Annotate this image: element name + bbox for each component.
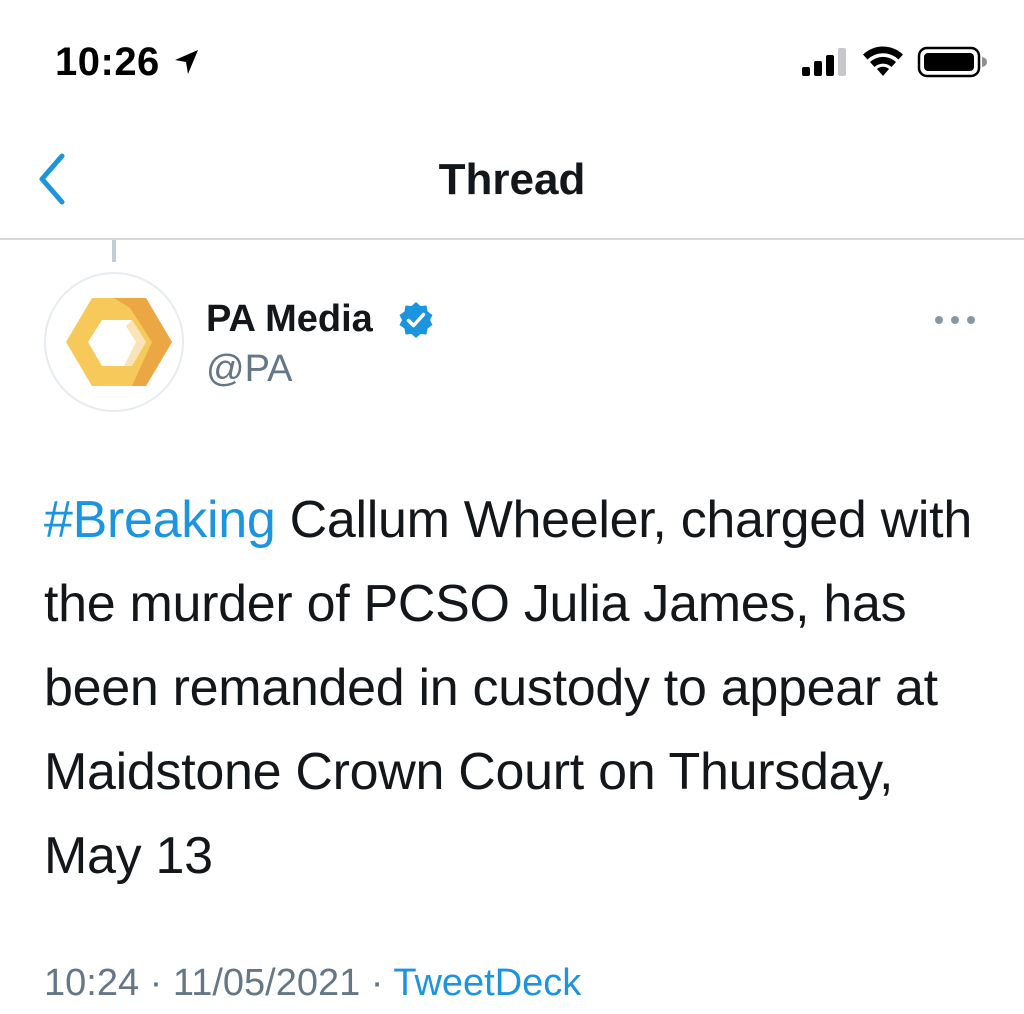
nav-bar: Thread — [0, 110, 1024, 240]
page-title: Thread — [438, 155, 586, 204]
verified-badge-icon — [399, 302, 433, 338]
location-arrow-icon — [175, 50, 198, 74]
tweet-date: 11/05/2021 — [172, 962, 361, 1004]
status-time: 10:26 — [55, 40, 160, 84]
cellular-signal-icon — [802, 48, 846, 76]
tweet-meta: 10:24 · 11/05/2021 · TweetDeck — [44, 958, 581, 1008]
hashtag-link[interactable]: #Breaking — [44, 491, 276, 549]
meta-separator: · — [139, 962, 173, 1004]
pa-media-logo — [66, 298, 172, 386]
tweet-time: 10:24 — [44, 962, 140, 1004]
meta-separator: · — [360, 962, 394, 1004]
more-options-icon[interactable] — [930, 305, 980, 335]
tweet-text: #Breaking Callum Wheeler, charged with t… — [44, 478, 994, 898]
tweet-body-text: Callum Wheeler, charged with the murder … — [44, 491, 972, 885]
avatar[interactable] — [44, 272, 184, 412]
author-name[interactable]: PA Media — [206, 296, 373, 342]
battery-icon — [917, 46, 987, 78]
thread-connector-line — [112, 240, 116, 262]
author-handle[interactable]: @PA — [206, 346, 292, 392]
status-bar: 10:26 — [0, 0, 1024, 110]
wifi-icon — [863, 46, 903, 76]
tweet-source-link[interactable]: TweetDeck — [393, 962, 581, 1004]
